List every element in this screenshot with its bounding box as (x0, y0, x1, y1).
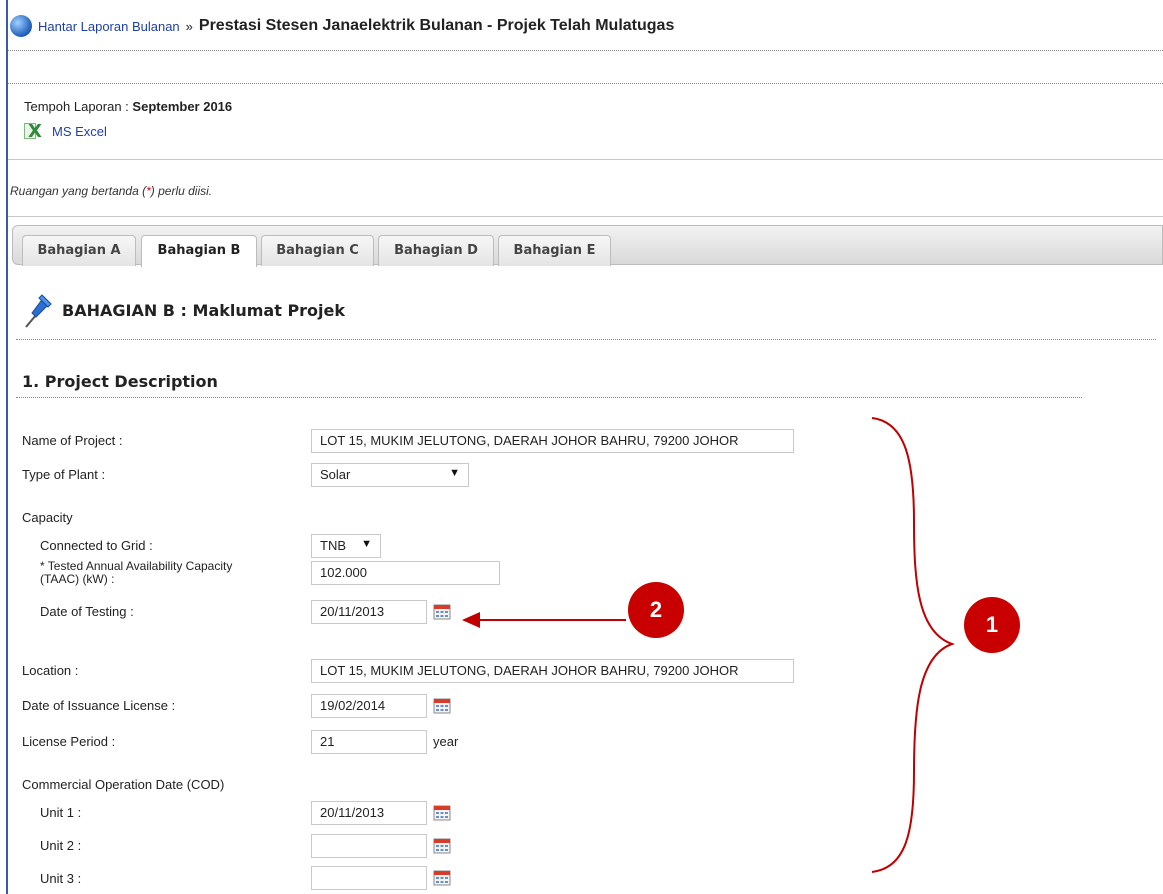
date-of-testing-input[interactable]: 20/11/2013 (311, 600, 427, 624)
page-header: Hantar Laporan Bulanan » Prestasi Stesen… (10, 12, 674, 40)
excel-icon[interactable]: X (24, 121, 46, 142)
connected-to-grid-select[interactable]: TNB ▼ (311, 534, 381, 558)
license-period-input[interactable]: 21 (311, 730, 427, 754)
page-title: Prestasi Stesen Janaelektrik Bulanan - P… (198, 17, 675, 34)
report-period-label: Tempoh Laporan : (24, 99, 129, 114)
type-of-plant-select[interactable]: Solar ▼ (311, 463, 469, 487)
label-name-of-project: Name of Project : (22, 433, 123, 448)
subsection-title: 1. Project Description (22, 372, 218, 391)
divider (8, 216, 1163, 217)
type-of-plant-value: Solar (320, 467, 351, 482)
calendar-icon[interactable] (433, 804, 451, 821)
breadcrumb-link[interactable]: Hantar Laporan Bulanan (38, 19, 180, 34)
pushpin-icon (25, 294, 52, 328)
tab-bahagian-d[interactable]: Bahagian D (378, 235, 494, 266)
tab-bahagian-a[interactable]: Bahagian A (22, 235, 136, 266)
breadcrumb-separator: » (185, 18, 193, 34)
report-period: Tempoh Laporan : September 2016 (24, 99, 232, 114)
divider (16, 339, 1156, 340)
calendar-icon[interactable] (433, 697, 451, 714)
calendar-icon[interactable] (433, 837, 451, 854)
label-unit-1: Unit 1 : (40, 805, 82, 820)
divider (8, 159, 1163, 160)
taac-input[interactable]: 102.000 (311, 561, 500, 585)
calendar-icon[interactable] (433, 603, 451, 620)
tab-bar: Bahagian A Bahagian B Bahagian C Bahagia… (12, 225, 1163, 267)
location-input[interactable]: LOT 15, MUKIM JELUTONG, DAERAH JOHOR BAH… (311, 659, 794, 683)
annotation-arrow (478, 619, 626, 621)
report-period-value: September 2016 (132, 99, 233, 114)
annotation-brace (871, 417, 955, 873)
unit-3-date-input[interactable] (311, 866, 427, 890)
label-type-of-plant: Type of Plant : (22, 467, 106, 482)
label-connected-to-grid: Connected to Grid : (40, 538, 153, 553)
unit-2-date-input[interactable] (311, 834, 427, 858)
label-date-of-issuance-license: Date of Issuance License : (22, 698, 176, 713)
frame-border (6, 0, 8, 894)
connected-to-grid-value: TNB (320, 538, 346, 553)
label-license-period: License Period : (22, 734, 116, 749)
excel-export-link[interactable]: MS Excel (52, 124, 107, 139)
date-of-issuance-license-input[interactable]: 19/02/2014 (311, 694, 427, 718)
annotation-badge-1: 1 (964, 597, 1020, 653)
license-period-unit: year (433, 734, 459, 749)
label-cod: Commercial Operation Date (COD) (22, 777, 225, 792)
unit-1-date-input[interactable]: 20/11/2013 (311, 801, 427, 825)
tab-bahagian-c[interactable]: Bahagian C (261, 235, 374, 266)
label-unit-2: Unit 2 : (40, 838, 82, 853)
label-unit-3: Unit 3 : (40, 871, 82, 886)
label-capacity: Capacity (22, 510, 73, 525)
label-location: Location : (22, 663, 79, 678)
divider (16, 397, 1082, 398)
dropdown-arrow-icon: ▼ (449, 467, 460, 479)
divider (8, 83, 1163, 84)
calendar-icon[interactable] (433, 869, 451, 886)
name-of-project-input[interactable]: LOT 15, MUKIM JELUTONG, DAERAH JOHOR BAH… (311, 429, 794, 453)
section-title: BAHAGIAN B : Maklumat Projek (62, 301, 346, 320)
divider (8, 50, 1163, 51)
export-excel[interactable]: X MS Excel (24, 121, 107, 142)
tab-bahagian-e[interactable]: Bahagian E (498, 235, 611, 266)
label-date-of-testing: Date of Testing : (40, 604, 134, 619)
dropdown-arrow-icon: ▼ (361, 538, 372, 550)
arrowhead-icon (462, 612, 480, 628)
annotation-badge-2: 2 (628, 582, 684, 638)
label-taac: * Tested Annual Availability Capacity (T… (40, 559, 233, 586)
tab-bahagian-b[interactable]: Bahagian B (141, 235, 257, 267)
globe-icon (10, 15, 32, 37)
required-note: Ruangan yang bertanda (*) perlu diisi. (10, 184, 213, 198)
